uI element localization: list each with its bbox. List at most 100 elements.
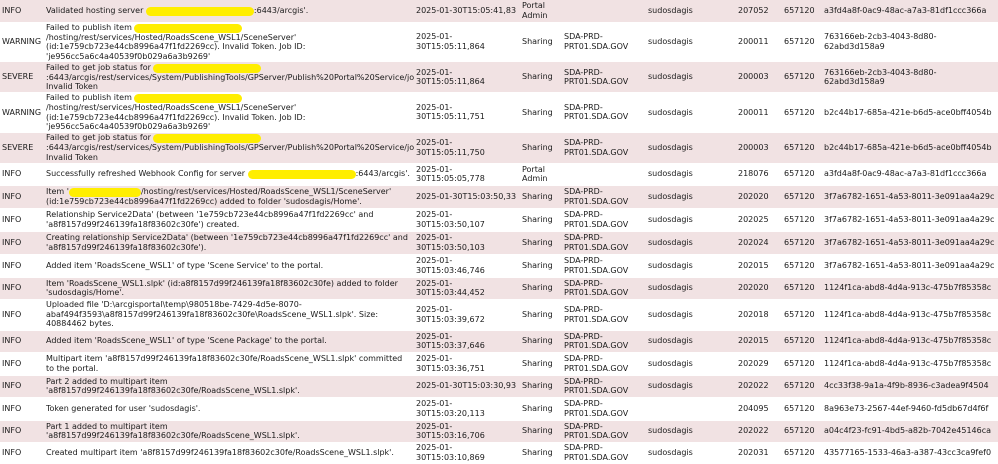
log-message: Failed to publish item ████████████/host…: [42, 92, 414, 133]
log-timestamp: 2025-01-30T15:03:36,751: [414, 352, 520, 376]
log-source: Sharing: [520, 92, 562, 133]
log-process-id: 657120: [782, 299, 822, 331]
log-source: Sharing: [520, 299, 562, 331]
log-timestamp: 2025-01-30T15:05:11,864: [414, 22, 520, 62]
log-machine: [562, 0, 646, 23]
log-timestamp: 2025-01-30T15:05:11,750: [414, 132, 520, 164]
redaction-mark: ████████████: [134, 94, 243, 103]
log-message: Creating relationship Service2Data' (bet…: [42, 231, 414, 255]
log-timestamp: 2025-01-30T15:03:44,452: [414, 277, 520, 300]
table-row: WARNINGFailed to publish item ██████████…: [0, 92, 998, 133]
log-machine: SDA-PRD-PRT01.SDA.GOV: [562, 352, 646, 376]
log-code: 202022: [736, 420, 782, 443]
log-machine: [562, 163, 646, 186]
log-level: INFO: [0, 299, 42, 331]
log-source: Sharing: [520, 375, 562, 398]
log-message: Added item 'RoadsScene_WSL1' of type 'Sc…: [42, 330, 414, 353]
log-process-id: 657120: [782, 397, 822, 421]
log-source: Sharing: [520, 132, 562, 164]
log-code: 202020: [736, 277, 782, 300]
log-source: Sharing: [520, 208, 562, 232]
log-user: sudosdagis: [646, 299, 736, 331]
log-code: 200003: [736, 61, 782, 93]
log-process-id: 657120: [782, 277, 822, 300]
log-code: 202018: [736, 299, 782, 331]
log-code: 202029: [736, 352, 782, 376]
log-process-id: 657120: [782, 231, 822, 255]
log-timestamp: 2025-01-30T15:03:50,107: [414, 208, 520, 232]
log-machine: SDA-PRD-PRT01.SDA.GOV: [562, 277, 646, 300]
log-user: sudosdagis: [646, 352, 736, 376]
log-code: 200011: [736, 92, 782, 133]
log-request-id: 763166eb-2cb3-4043-8d80-62abd3d158a9: [822, 61, 998, 93]
table-row: INFO Part 2 added to multipart item 'a8f8…: [0, 375, 998, 398]
log-source: Sharing: [520, 185, 562, 209]
table-row: WARNINGFailed to publish item ██████████…: [0, 22, 998, 62]
log-machine: SDA-PRD-PRT01.SDA.GOV: [562, 92, 646, 133]
log-message: Item 'RoadsScene_WSL1.slpk' (id:a8f8157d…: [42, 277, 414, 300]
log-source: Sharing: [520, 277, 562, 300]
log-process-id: 657120: [782, 61, 822, 93]
log-request-id: 763166eb-2cb3-4043-8d80-62abd3d158a9: [822, 22, 998, 62]
log-user: sudosdagis: [646, 208, 736, 232]
table-row: SEVEREFailed to get job status for █████…: [0, 61, 998, 93]
log-machine: SDA-PRD-PRT01.SDA.GOV: [562, 22, 646, 62]
redaction-mark: ████████████: [134, 23, 243, 33]
log-message: Multipart item 'a8f8157d99f246139fa18f83…: [42, 352, 414, 376]
table-row: INFO Item 'RoadsScene_WSL1.slpk' (id:a8f8…: [0, 277, 998, 300]
log-user: sudosdagis: [646, 231, 736, 255]
log-user: sudosdagis: [646, 442, 736, 464]
log-timestamp: 2025-01-30T15:03:30,93: [414, 375, 520, 398]
log-machine: SDA-PRD-PRT01.SDA.GOV: [562, 61, 646, 93]
table-row: INFO Successfully refreshed Webhook Confi…: [0, 163, 998, 186]
log-message: Uploaded file 'D:\arcgisportal\temp\9805…: [42, 299, 414, 331]
table-row: INFO Added item 'RoadsScene_WSL1' of type…: [0, 330, 998, 353]
log-user: sudosdagis: [646, 92, 736, 133]
log-level: INFO: [0, 185, 42, 209]
log-level: WARNING: [0, 22, 42, 62]
log-machine: SDA-PRD-PRT01.SDA.GOV: [562, 208, 646, 232]
log-source: Sharing: [520, 330, 562, 353]
log-process-id: 657120: [782, 0, 822, 23]
log-machine: SDA-PRD-PRT01.SDA.GOV: [562, 299, 646, 331]
log-request-id: a04c4f23-fc91-4bd5-a82b-7042e45146ca: [822, 420, 998, 443]
log-request-id: 43577165-1533-46a3-a387-43cc3ca9fef0: [822, 442, 998, 464]
log-code: 202015: [736, 254, 782, 278]
table-row: INFOValidated hosting server ███████████…: [0, 0, 998, 23]
log-message: Successfully refreshed Webhook Config fo…: [42, 163, 414, 186]
log-code: 202020: [736, 185, 782, 209]
log-level: INFO: [0, 254, 42, 278]
redaction-mark: ████████████: [153, 134, 262, 143]
log-message: Part 2 added to multipart item 'a8f8157d…: [42, 375, 414, 398]
log-request-id: b2c44b17-685a-421e-b6d5-ace0bff4054b: [822, 132, 998, 164]
log-machine: SDA-PRD-PRT01.SDA.GOV: [562, 330, 646, 353]
log-message: Token generated for user 'sudosdagis'.: [42, 397, 414, 421]
log-level: INFO: [0, 352, 42, 376]
log-source: Sharing: [520, 61, 562, 93]
log-request-id: 1124f1ca-abd8-4d4a-913c-475b7f85358c: [822, 299, 998, 331]
log-message: Failed to get job status for ███████████…: [42, 132, 414, 164]
log-timestamp: 2025-01-30T15:05:41,83: [414, 0, 520, 23]
log-machine: SDA-PRD-PRT01.SDA.GOV: [562, 185, 646, 209]
log-source: Sharing: [520, 254, 562, 278]
log-process-id: 657120: [782, 420, 822, 443]
log-level: INFO: [0, 163, 42, 186]
log-level: INFO: [0, 231, 42, 255]
log-process-id: 657120: [782, 352, 822, 376]
log-process-id: 657120: [782, 330, 822, 353]
log-code: 204095: [736, 397, 782, 421]
log-request-id: 3f7a6782-1651-4a53-8011-3e091aa4a29c: [822, 231, 998, 255]
log-timestamp: 2025-01-30T15:05:11,751: [414, 92, 520, 133]
log-machine: SDA-PRD-PRT01.SDA.GOV: [562, 442, 646, 464]
log-source: Sharing: [520, 442, 562, 464]
log-code: 202025: [736, 208, 782, 232]
log-process-id: 657120: [782, 442, 822, 464]
log-user: sudosdagis: [646, 185, 736, 209]
log-machine: SDA-PRD-PRT01.SDA.GOV: [562, 397, 646, 421]
log-process-id: 657120: [782, 375, 822, 398]
log-user: sudosdagis: [646, 330, 736, 353]
log-user: sudosdagis: [646, 22, 736, 62]
log-timestamp: 2025-01-30T15:03:39,672: [414, 299, 520, 331]
log-code: 202015: [736, 330, 782, 353]
log-source: Portal Admin: [520, 163, 562, 186]
